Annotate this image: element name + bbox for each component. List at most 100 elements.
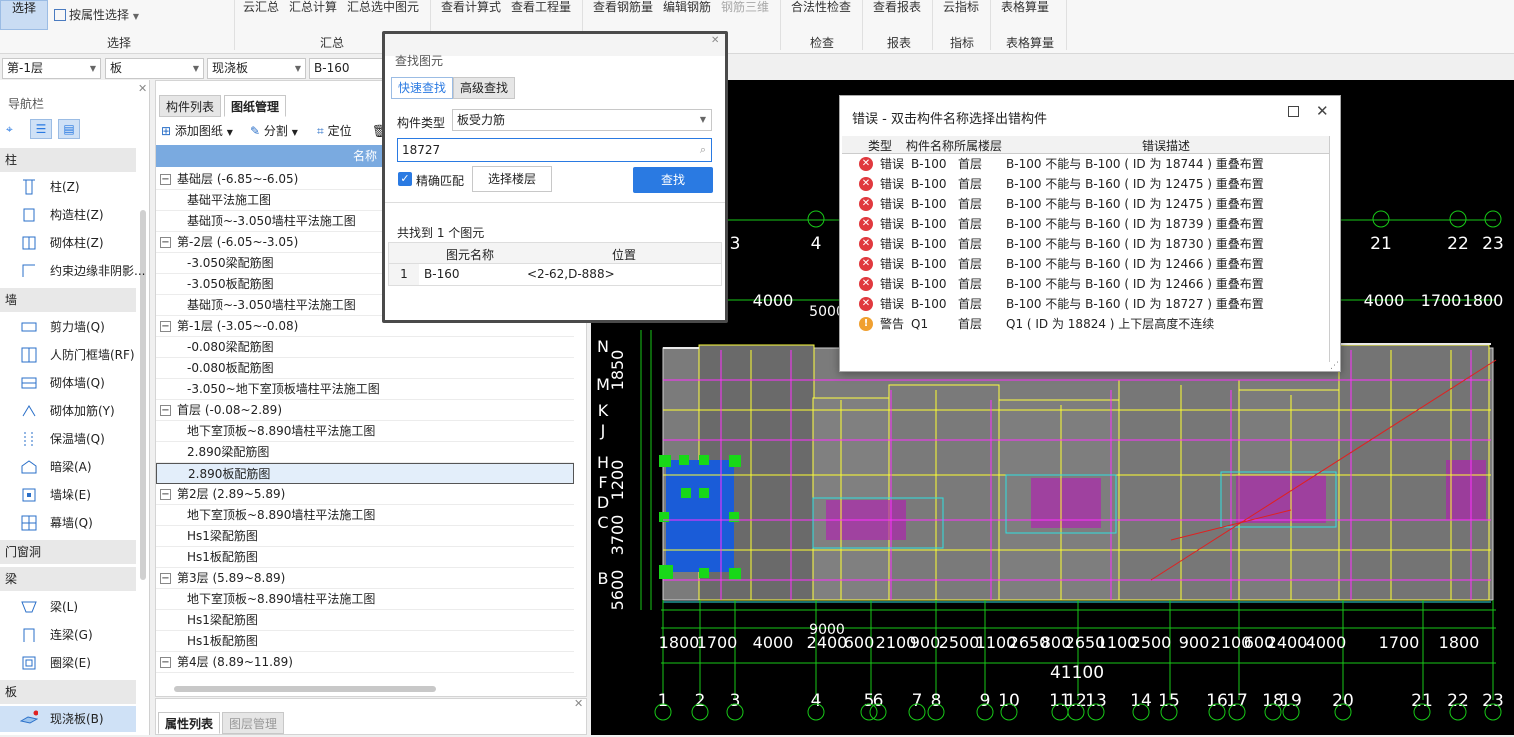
error-row[interactable]: ✕ 错误 B-100 首层 B-100 不能与 B-160 ( ID 为 12475 )… (842, 194, 1330, 214)
error-row[interactable]: ✕ 错误 B-100 首层 B-100 不能与 B-160 ( ID 为 12466 )… (842, 274, 1330, 294)
attr-select-button[interactable]: 按属性选择 ▼ (54, 8, 139, 24)
nav-item-shear-wall[interactable]: 剪力墙(Q) (0, 314, 136, 340)
nav-item-column[interactable]: 柱(Z) (0, 174, 136, 200)
error-row[interactable]: ! 警告 Q1 首层 Q1 ( ID 为 18824 ) 上下层高度不连续 (842, 314, 1330, 334)
collapse-icon[interactable]: − (160, 237, 171, 248)
tab-advanced-find[interactable]: 高级查找 (453, 77, 516, 99)
tree-item[interactable]: Hs1梁配筋图 (156, 610, 574, 631)
collapse-icon[interactable]: − (160, 174, 171, 185)
pin-icon[interactable]: ⌖ (6, 122, 13, 137)
search-input[interactable]: 18727 ⌕ (397, 138, 712, 162)
cloud-summary-button[interactable]: 云汇总 (243, 0, 279, 16)
resize-grip-icon[interactable]: ⋰ (1330, 361, 1339, 371)
tree-item[interactable]: -0.080梁配筋图 (156, 337, 574, 358)
legality-check-button[interactable]: 合法性检查 (791, 0, 851, 16)
category-select[interactable]: 板 ▼ (105, 58, 204, 79)
detail-view-icon[interactable]: ▤ (58, 119, 80, 139)
nav-category-opening[interactable]: 门窗洞 (0, 540, 136, 564)
tree-item[interactable]: -0.080板配筋图 (156, 358, 574, 379)
nav-item-civil-defense-wall[interactable]: 人防门框墙(RF) (0, 342, 136, 368)
nav-category-beam[interactable]: 梁 (0, 567, 136, 591)
floor-select[interactable]: 第-1层 ▼ (2, 58, 101, 79)
component-select[interactable]: B-160 (309, 58, 383, 79)
error-row[interactable]: ✕ 错误 B-100 首层 B-100 不能与 B-160 ( ID 为 12475 )… (842, 174, 1330, 194)
nav-item-hidden-beam[interactable]: 暗梁(A) (0, 454, 136, 480)
edit-rebar-button[interactable]: 编辑钢筋 (663, 0, 711, 16)
nav-item-edge-member[interactable]: 约束边缘非阴影... (0, 258, 145, 284)
nav-item-beam[interactable]: 梁(L) (0, 594, 136, 620)
tree-item[interactable]: 地下室顶板~8.890墙柱平法施工图 (156, 589, 574, 610)
nav-category-slab[interactable]: 板 (0, 680, 136, 704)
summary-calc-button[interactable]: 汇总计算 (289, 0, 337, 16)
tab-property-list[interactable]: 属性列表 (158, 712, 221, 734)
nav-item-coupling-beam[interactable]: 连梁(G) (0, 622, 136, 648)
type-select[interactable]: 现浇板 ▼ (207, 58, 306, 79)
tree-group[interactable]: − 第3层 (5.89~8.89) (156, 568, 574, 589)
tree-group[interactable]: − 首层 (-0.08~2.89) (156, 400, 574, 421)
locate-button[interactable]: ⌗ 定位 (317, 121, 352, 141)
exact-match-checkbox[interactable]: ✓ (398, 172, 412, 186)
tree-item[interactable]: 地下室顶板~8.890墙柱平法施工图 (156, 505, 574, 526)
tab-drawing-management[interactable]: 图纸管理 (224, 95, 287, 117)
nav-category-column[interactable]: 柱 (0, 148, 136, 172)
error-row[interactable]: ✕ 错误 B-100 首层 B-100 不能与 B-160 ( ID 为 18730 )… (842, 234, 1330, 254)
nav-item-insulation-wall[interactable]: 保温墙(Q) (0, 426, 136, 452)
tree-item[interactable]: Hs1板配筋图 (156, 631, 574, 652)
find-title: 查找图元 (395, 54, 444, 68)
tab-layer-management[interactable]: 图层管理 (222, 712, 285, 734)
nav-category-wall[interactable]: 墙 (0, 288, 136, 312)
nav-item-curtain-wall[interactable]: 幕墙(Q) (0, 510, 136, 536)
tree-item[interactable]: Hs1板配筋图 (156, 547, 574, 568)
tree-item-label: 地下室顶板~8.890墙柱平法施工图 (187, 508, 376, 522)
summary-selected-button[interactable]: 汇总选中图元 (347, 0, 419, 16)
close-icon[interactable]: ✕ (1316, 102, 1329, 120)
nav-item-cast-slab[interactable]: 现浇板(B) (0, 706, 136, 732)
find-close-icon[interactable]: ✕ (711, 35, 719, 46)
tab-quick-find[interactable]: 快速查找 (391, 77, 454, 99)
error-row[interactable]: ✕ 错误 B-100 首层 B-100 不能与 B-160 ( ID 为 18739 )… (842, 214, 1330, 234)
error-row[interactable]: ✕ 错误 B-100 首层 B-100 不能与 B-160 ( ID 为 18727 )… (842, 294, 1330, 314)
view-rebar-button[interactable]: 查看钢筋量 (593, 0, 653, 16)
cloud-index-button[interactable]: 云指标 (943, 0, 979, 16)
collapse-icon[interactable]: − (160, 321, 171, 332)
table-calc-button[interactable]: 表格算量 (1001, 0, 1049, 16)
list-view-icon[interactable]: ☰ (30, 119, 52, 139)
select-button[interactable]: 选择 (0, 0, 48, 30)
tree-item[interactable]: Hs1梁配筋图 (156, 526, 574, 547)
tree-item-label: 地下室顶板~8.890墙柱平法施工图 (187, 592, 376, 606)
nav-item-masonry-rebar[interactable]: 砌体加筋(Y) (0, 398, 136, 424)
tree-hscrollbar[interactable] (166, 685, 558, 693)
view-report-button[interactable]: 查看报表 (873, 0, 921, 16)
component-type-select[interactable]: 板受力筋 ▼ (452, 109, 712, 131)
collapse-icon[interactable]: − (160, 573, 171, 584)
tree-item[interactable]: -3.050~地下室顶板墙柱平法施工图 (156, 379, 574, 400)
error-row[interactable]: ✕ 错误 B-100 首层 B-100 不能与 B-100 ( ID 为 18744 )… (842, 154, 1330, 174)
nav-item-masonry-column[interactable]: 砌体柱(Z) (0, 230, 136, 256)
maximize-icon[interactable] (1288, 106, 1299, 117)
tree-item[interactable]: 2.890梁配筋图 (156, 442, 574, 463)
view-quantity-button[interactable]: 查看工程量 (511, 0, 571, 16)
tree-item[interactable]: 2.890板配筋图 (156, 463, 574, 484)
prop-close-icon[interactable]: ✕ (574, 697, 583, 710)
tree-group[interactable]: − 第2层 (2.89~5.89) (156, 484, 574, 505)
collapse-icon[interactable]: − (160, 489, 171, 500)
select-floor-button[interactable]: 选择楼层 (472, 166, 552, 192)
view-formula-button[interactable]: 查看计算式 (441, 0, 501, 16)
tree-item[interactable]: 地下室顶板~8.890墙柱平法施工图 (156, 421, 574, 442)
tree-group[interactable]: − 第4层 (8.89~11.89) (156, 652, 574, 673)
add-drawing-button[interactable]: ⊞ 添加图纸 ▼ (161, 121, 233, 141)
find-button[interactable]: 查找 (633, 167, 713, 193)
split-button[interactable]: ✎ 分割 ▼ (250, 121, 298, 141)
result-row[interactable]: 1 B-160 <2-62,D-888> (388, 264, 722, 286)
collapse-icon[interactable]: − (160, 657, 171, 668)
tab-component-list[interactable]: 构件列表 (159, 95, 222, 117)
nav-item-constructional-column[interactable]: 构造柱(Z) (0, 202, 136, 228)
collapse-icon[interactable]: − (160, 405, 171, 416)
nav-item-wall-pier[interactable]: 墙垛(E) (0, 482, 136, 508)
nav-close-icon[interactable]: ✕ (138, 82, 147, 95)
error-name: B-100 (911, 277, 947, 291)
nav-item-ring-beam[interactable]: 圈梁(E) (0, 650, 136, 676)
nav-item-masonry-wall[interactable]: 砌体墙(Q) (0, 370, 136, 396)
error-row[interactable]: ✕ 错误 B-100 首层 B-100 不能与 B-160 ( ID 为 12466 )… (842, 254, 1330, 274)
rebar-3d-button[interactable]: 钢筋三维 (721, 0, 769, 16)
